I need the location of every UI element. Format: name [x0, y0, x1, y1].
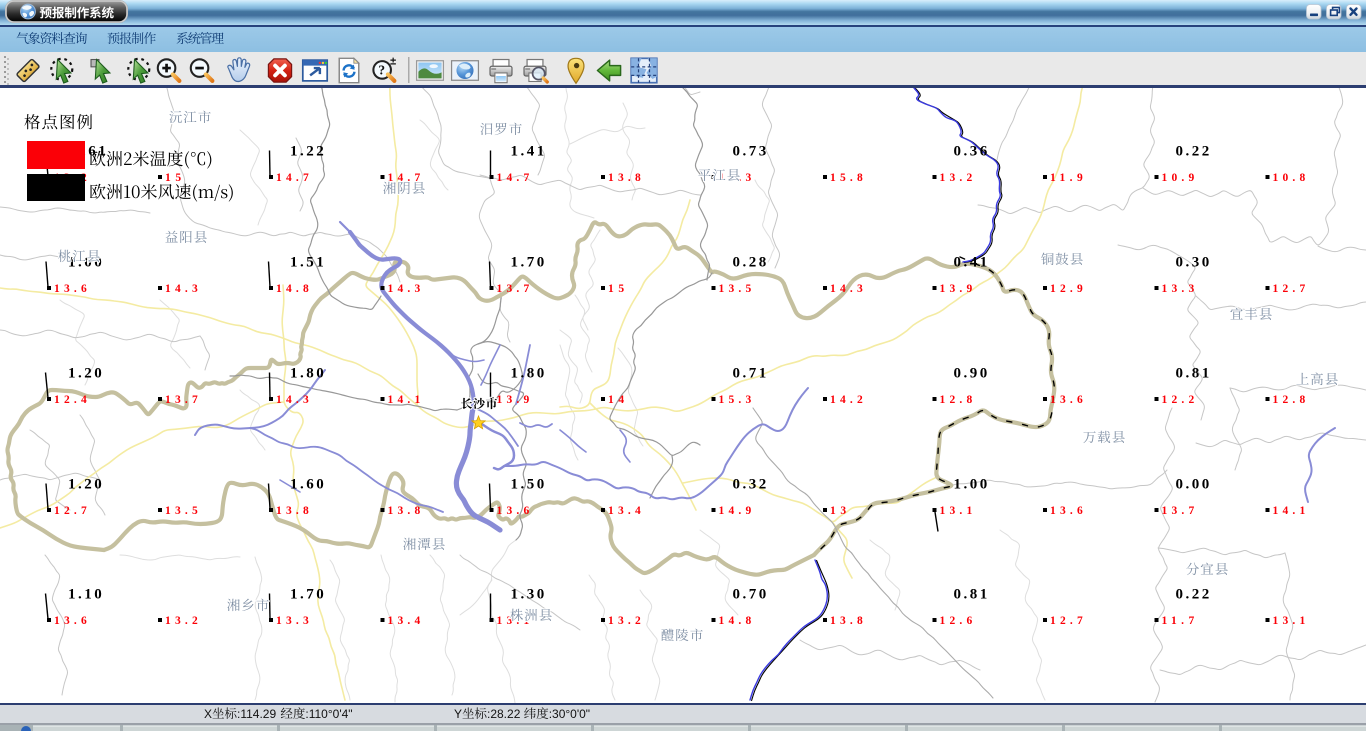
svg-text:0.30: 0.30 — [1176, 255, 1210, 271]
svg-text:1.70: 1.70 — [511, 255, 545, 271]
svg-text:1.51: 1.51 — [290, 255, 324, 271]
svg-text:1.70: 1.70 — [290, 587, 324, 603]
svg-text:0.36: 0.36 — [954, 144, 988, 160]
svg-text:0.41: 0.41 — [954, 255, 988, 271]
svg-text:0.22: 0.22 — [1176, 587, 1210, 603]
svg-text:?: ? — [378, 63, 385, 78]
svg-text:0.81: 0.81 — [954, 587, 988, 603]
svg-text:0.90: 0.90 — [954, 366, 988, 382]
svg-text:1.00: 1.00 — [954, 477, 988, 493]
svg-text:1.41: 1.41 — [511, 144, 545, 160]
svg-text:0.73: 0.73 — [733, 144, 767, 160]
svg-text:1.22: 1.22 — [290, 144, 324, 160]
svg-text:0.28: 0.28 — [733, 255, 767, 271]
svg-text::110°0'4": :110°0'4" — [305, 707, 352, 721]
svg-text:0.32: 0.32 — [733, 477, 767, 493]
svg-text:1.20: 1.20 — [68, 366, 102, 382]
svg-text::28.22: :28.22 — [487, 707, 524, 721]
svg-text:Y: Y — [454, 707, 462, 721]
svg-text:1.50: 1.50 — [511, 477, 545, 493]
svg-text:0.22: 0.22 — [1176, 144, 1210, 160]
svg-text::30°0'0": :30°0'0" — [549, 707, 590, 721]
svg-text:1.30: 1.30 — [511, 587, 545, 603]
svg-text:0.71: 0.71 — [733, 366, 767, 382]
svg-text:0.81: 0.81 — [1176, 366, 1210, 382]
svg-text:0.00: 0.00 — [1176, 477, 1210, 493]
svg-text:1.60: 1.60 — [290, 477, 324, 493]
svg-text:X: X — [204, 707, 212, 721]
svg-text:1.10: 1.10 — [68, 587, 102, 603]
svg-text:1.80: 1.80 — [511, 366, 545, 382]
svg-text:±: ± — [390, 55, 396, 67]
svg-text:1.80: 1.80 — [290, 366, 324, 382]
svg-text:0.70: 0.70 — [733, 587, 767, 603]
svg-text::114.29: :114.29 — [237, 707, 279, 721]
svg-text:1.20: 1.20 — [68, 477, 102, 493]
